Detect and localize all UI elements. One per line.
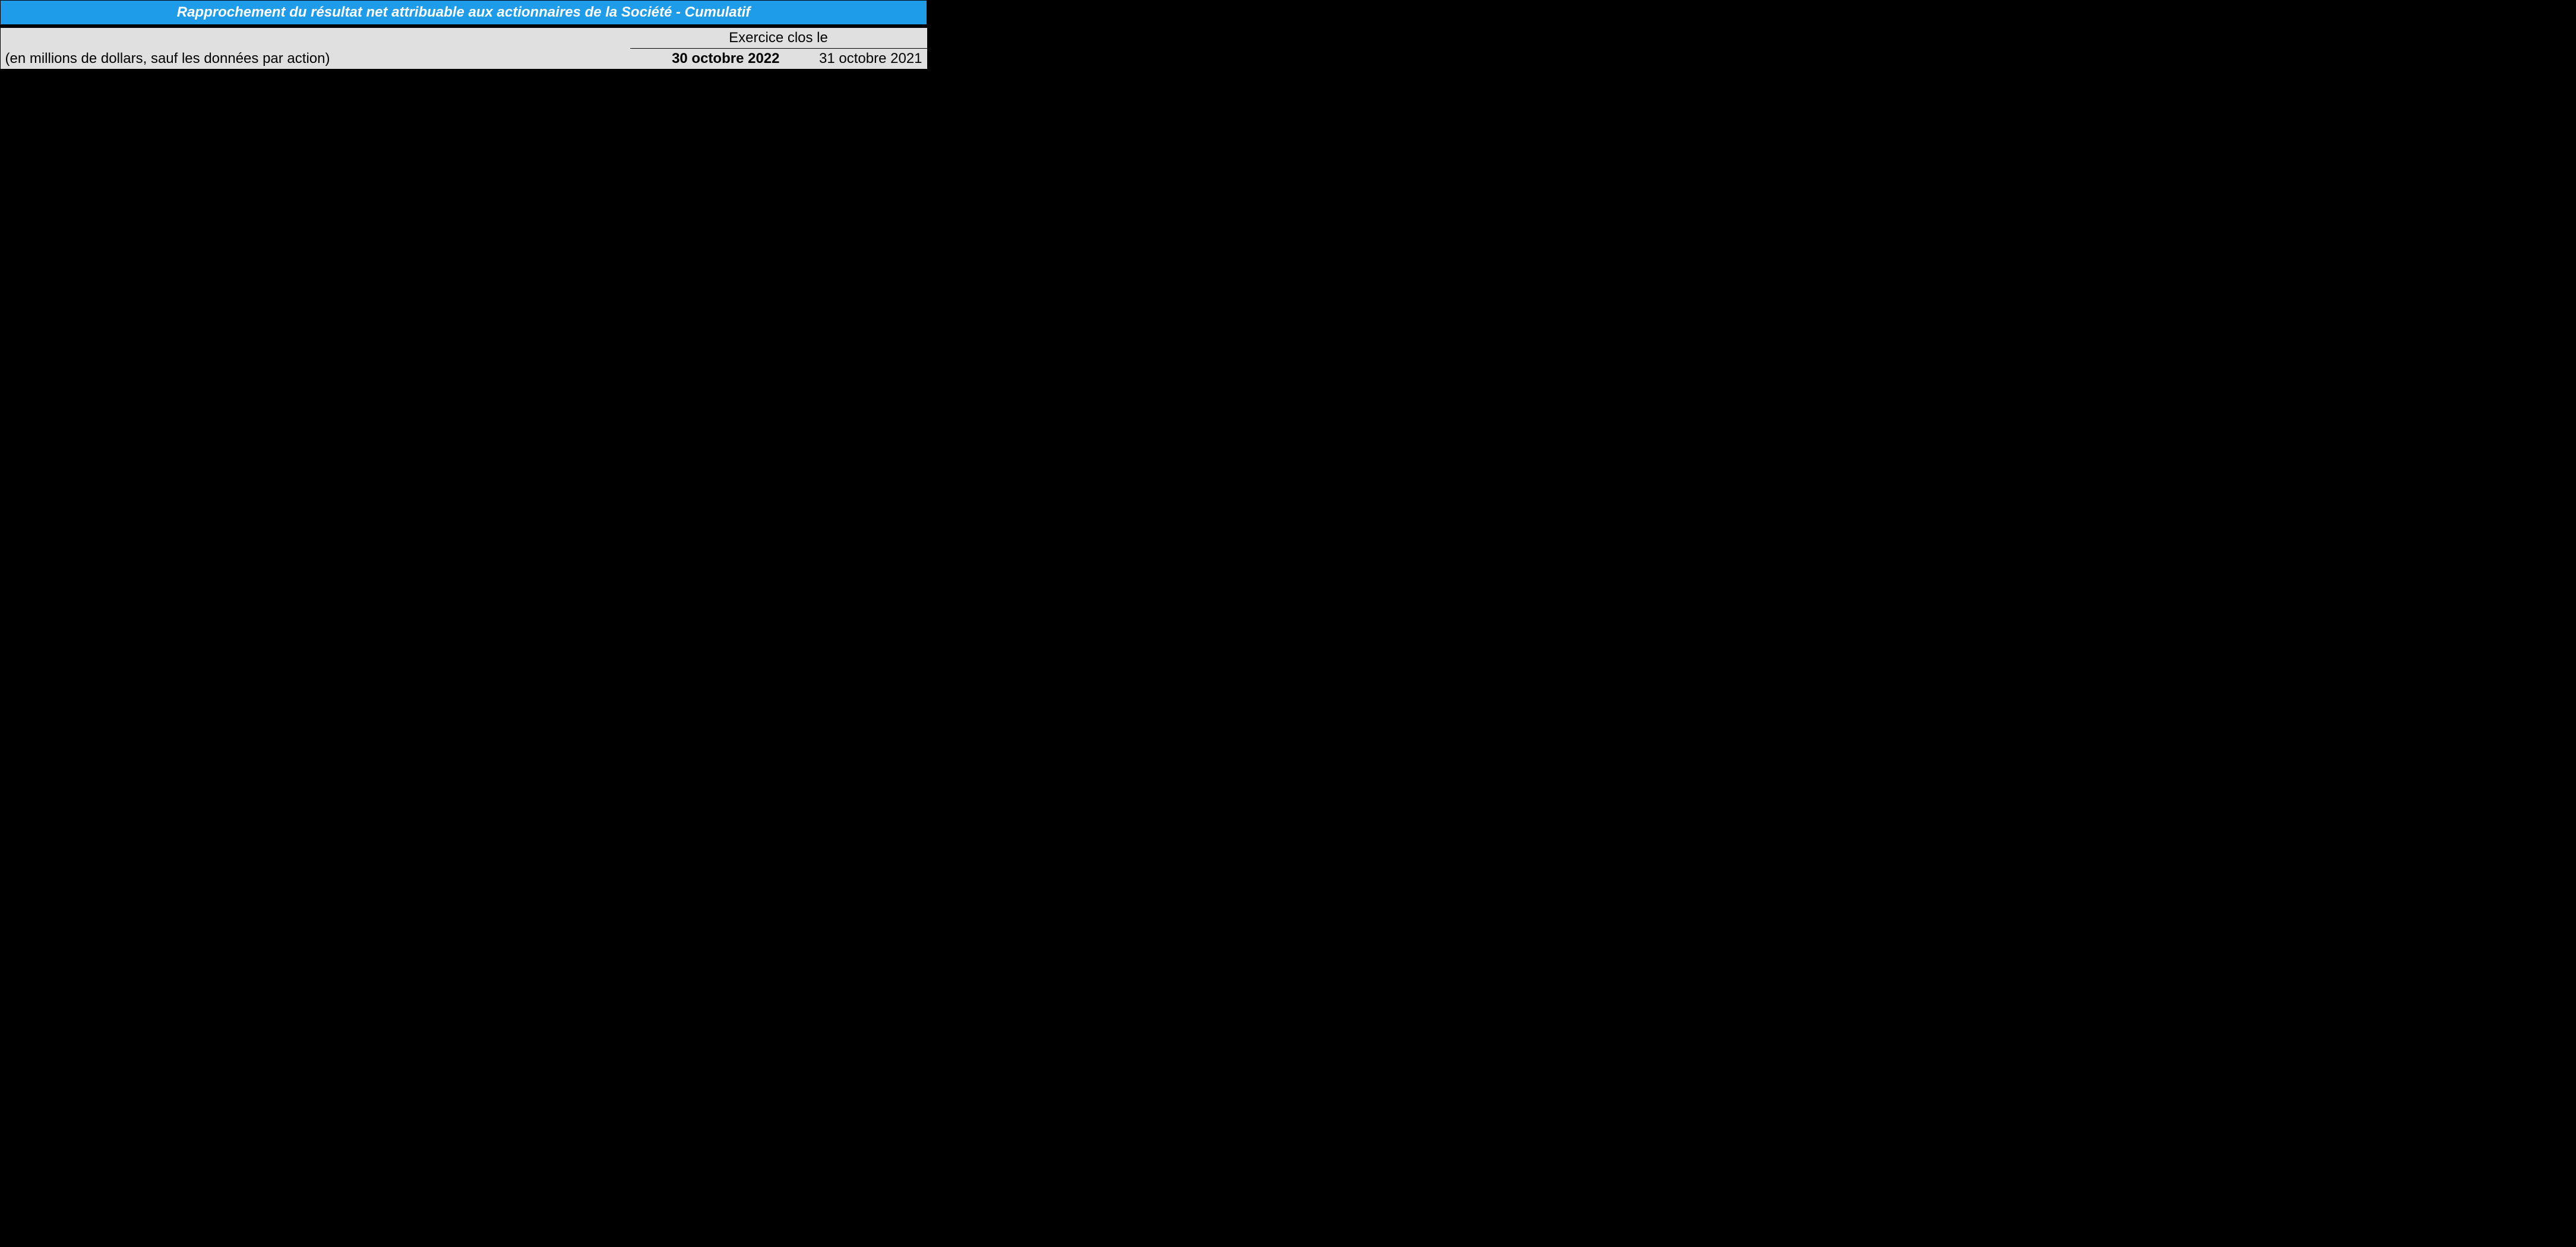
table-title: Rapprochement du résultat net attribuabl… bbox=[1, 1, 927, 25]
period-row-empty bbox=[1, 28, 630, 49]
reconciliation-table: Rapprochement du résultat net attribuabl… bbox=[0, 0, 927, 438]
period-label: Exercice clos le bbox=[630, 28, 927, 49]
title-row: Rapprochement du résultat net attribuabl… bbox=[1, 1, 927, 25]
reconciliation-table-wrapper: Rapprochement du résultat net attribuabl… bbox=[0, 0, 927, 438]
units-row: (en millions de dollars, sauf les donnée… bbox=[1, 49, 927, 69]
redacted-body bbox=[1, 69, 927, 438]
column-header-2021: 31 octobre 2021 bbox=[785, 49, 927, 69]
period-row: Exercice clos le bbox=[1, 28, 927, 49]
units-label: (en millions de dollars, sauf les donnée… bbox=[1, 49, 630, 69]
column-header-2022: 30 octobre 2022 bbox=[630, 49, 785, 69]
